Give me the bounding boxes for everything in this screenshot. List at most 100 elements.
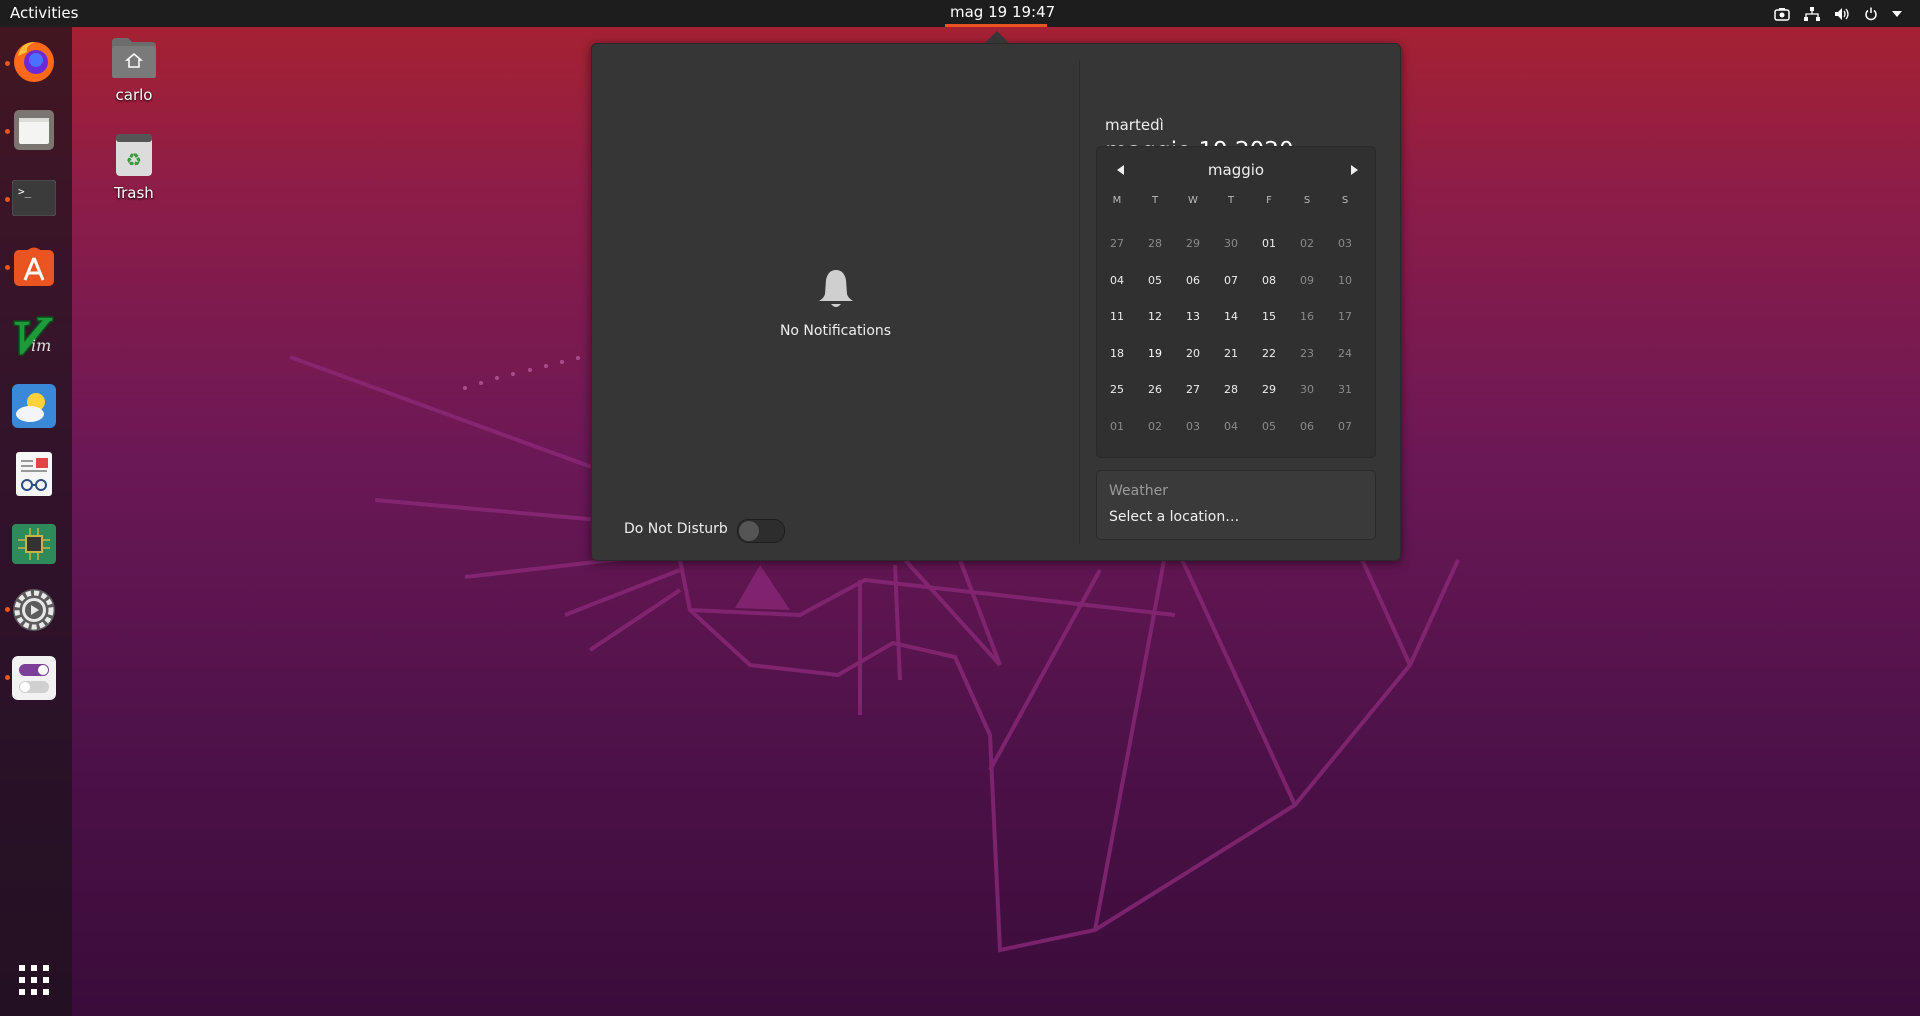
calendar-day[interactable]: 27 bbox=[1098, 229, 1136, 259]
switch-knob bbox=[739, 521, 759, 541]
weather-section[interactable]: Weather Select a location… bbox=[1096, 470, 1376, 540]
dock: >_ im bbox=[0, 27, 72, 1016]
weekday-header: S bbox=[1303, 195, 1311, 206]
running-indicator bbox=[5, 607, 10, 612]
document-viewer-icon bbox=[16, 452, 52, 496]
calendar-day-today[interactable]: 19 bbox=[1136, 337, 1174, 370]
activities-button[interactable]: Activities bbox=[10, 0, 78, 27]
calendar-day[interactable]: 28 bbox=[1136, 229, 1174, 259]
menu-arrow-icon[interactable] bbox=[1892, 10, 1902, 17]
weekday-header: T bbox=[1227, 195, 1235, 206]
software-icon bbox=[14, 247, 54, 286]
calendar-day[interactable]: 13 bbox=[1174, 302, 1212, 332]
calendar-widget: maggio M T W T F S S 27 28 29 30 01 02 03 04 05 06 07 08 09… bbox=[1096, 146, 1376, 458]
calendar-day[interactable]: 30 bbox=[1288, 375, 1326, 405]
firefox-icon bbox=[14, 42, 54, 82]
no-notifications-label: No Notifications bbox=[779, 323, 892, 339]
calendar-day[interactable]: 09 bbox=[1288, 266, 1326, 296]
weekday-header: W bbox=[1188, 195, 1198, 206]
tweaks-launcher[interactable] bbox=[11, 655, 57, 701]
system-monitor-icon bbox=[12, 524, 56, 564]
calendar-day[interactable]: 11 bbox=[1098, 302, 1136, 332]
document-viewer-launcher[interactable] bbox=[11, 451, 57, 497]
weather-launcher[interactable] bbox=[11, 383, 57, 429]
terminal-launcher[interactable]: >_ bbox=[11, 175, 57, 221]
desktop-home-folder[interactable]: carlo bbox=[89, 36, 179, 104]
settings-icon bbox=[13, 589, 55, 631]
calendar-day[interactable]: 17 bbox=[1326, 302, 1364, 332]
calendar-day[interactable]: 29 bbox=[1250, 375, 1288, 405]
calendar-day[interactable]: 05 bbox=[1136, 266, 1174, 296]
trash-icon: ♻ bbox=[116, 134, 152, 176]
svg-text:im: im bbox=[31, 336, 51, 355]
calendar-day[interactable]: 07 bbox=[1212, 266, 1250, 296]
calendar-day[interactable]: 03 bbox=[1174, 412, 1212, 442]
svg-text:♻: ♻ bbox=[126, 150, 142, 171]
terminal-icon: >_ bbox=[12, 180, 56, 216]
weather-title: Weather bbox=[1109, 483, 1168, 499]
calendar-day[interactable]: 05 bbox=[1250, 412, 1288, 442]
calendar-day[interactable]: 16 bbox=[1288, 302, 1326, 332]
settings-launcher[interactable] bbox=[11, 587, 57, 633]
notification-list: No Notifications Do Not Disturb bbox=[592, 44, 1079, 560]
calendar-day[interactable]: 07 bbox=[1326, 412, 1364, 442]
network-icon[interactable] bbox=[1804, 6, 1820, 21]
calendar-day[interactable]: 22 bbox=[1250, 339, 1288, 369]
calendar-day[interactable]: 06 bbox=[1174, 266, 1212, 296]
calendar-day[interactable]: 01 bbox=[1250, 229, 1288, 259]
clock-button[interactable]: mag 19 19:47 bbox=[940, 0, 1065, 27]
tweaks-icon bbox=[12, 656, 56, 700]
calendar-day[interactable]: 30 bbox=[1212, 229, 1250, 259]
calendar-day[interactable]: 23 bbox=[1288, 339, 1326, 369]
screenshot-icon[interactable] bbox=[1774, 7, 1790, 21]
apps-grid-icon bbox=[19, 965, 49, 995]
desktop-trash[interactable]: ♻ Trash bbox=[89, 132, 179, 202]
trash-label: Trash bbox=[114, 184, 154, 202]
weekday-label[interactable]: martedì bbox=[1105, 116, 1164, 134]
calendar-day[interactable]: 03 bbox=[1326, 229, 1364, 259]
calendar-day[interactable]: 02 bbox=[1288, 229, 1326, 259]
running-indicator bbox=[5, 129, 10, 134]
vim-icon: im bbox=[13, 316, 54, 356]
calendar-day[interactable]: 01 bbox=[1098, 412, 1136, 442]
do-not-disturb-switch[interactable] bbox=[737, 519, 785, 543]
calendar-day[interactable]: 14 bbox=[1212, 302, 1250, 332]
running-indicator bbox=[5, 265, 10, 270]
software-launcher[interactable] bbox=[11, 243, 57, 289]
calendar-day[interactable]: 29 bbox=[1174, 229, 1212, 259]
running-indicator bbox=[5, 675, 10, 680]
calendar-day[interactable]: 06 bbox=[1288, 412, 1326, 442]
calendar-day[interactable]: 18 bbox=[1098, 339, 1136, 369]
files-launcher[interactable] bbox=[11, 107, 57, 153]
power-icon[interactable] bbox=[1864, 7, 1878, 21]
volume-icon[interactable] bbox=[1834, 7, 1850, 21]
calendar-day[interactable]: 15 bbox=[1250, 302, 1288, 332]
system-monitor-launcher[interactable] bbox=[11, 521, 57, 567]
calendar-day[interactable]: 25 bbox=[1098, 375, 1136, 405]
next-month-button[interactable] bbox=[1351, 165, 1358, 175]
weekday-header: T bbox=[1151, 195, 1159, 206]
calendar-day[interactable]: 31 bbox=[1326, 375, 1364, 405]
calendar-day[interactable]: 24 bbox=[1326, 339, 1364, 369]
weekday-header: M bbox=[1112, 195, 1122, 206]
calendar-day[interactable]: 02 bbox=[1136, 412, 1174, 442]
calendar-day[interactable]: 04 bbox=[1098, 266, 1136, 296]
vim-launcher[interactable]: im bbox=[11, 313, 57, 359]
weekday-header: S bbox=[1341, 195, 1349, 206]
show-applications-button[interactable] bbox=[11, 957, 57, 1003]
calendar-day[interactable]: 08 bbox=[1250, 266, 1288, 296]
weather-icon bbox=[12, 384, 56, 428]
top-bar: Activities mag 19 19:47 bbox=[0, 0, 1920, 27]
calendar-day[interactable]: 12 bbox=[1136, 302, 1174, 332]
system-tray[interactable] bbox=[1774, 0, 1902, 27]
calendar-day[interactable]: 20 bbox=[1174, 339, 1212, 369]
calendar-day[interactable]: 26 bbox=[1136, 375, 1174, 405]
weather-location-prompt[interactable]: Select a location… bbox=[1109, 509, 1239, 525]
calendar-day[interactable]: 21 bbox=[1212, 339, 1250, 369]
calendar-day[interactable]: 10 bbox=[1326, 266, 1364, 296]
firefox-launcher[interactable] bbox=[11, 38, 57, 84]
calendar-day[interactable]: 27 bbox=[1174, 375, 1212, 405]
calendar-day[interactable]: 28 bbox=[1212, 375, 1250, 405]
calendar-day[interactable]: 04 bbox=[1212, 412, 1250, 442]
date-menu-popup: No Notifications Do Not Disturb martedì … bbox=[591, 43, 1401, 561]
